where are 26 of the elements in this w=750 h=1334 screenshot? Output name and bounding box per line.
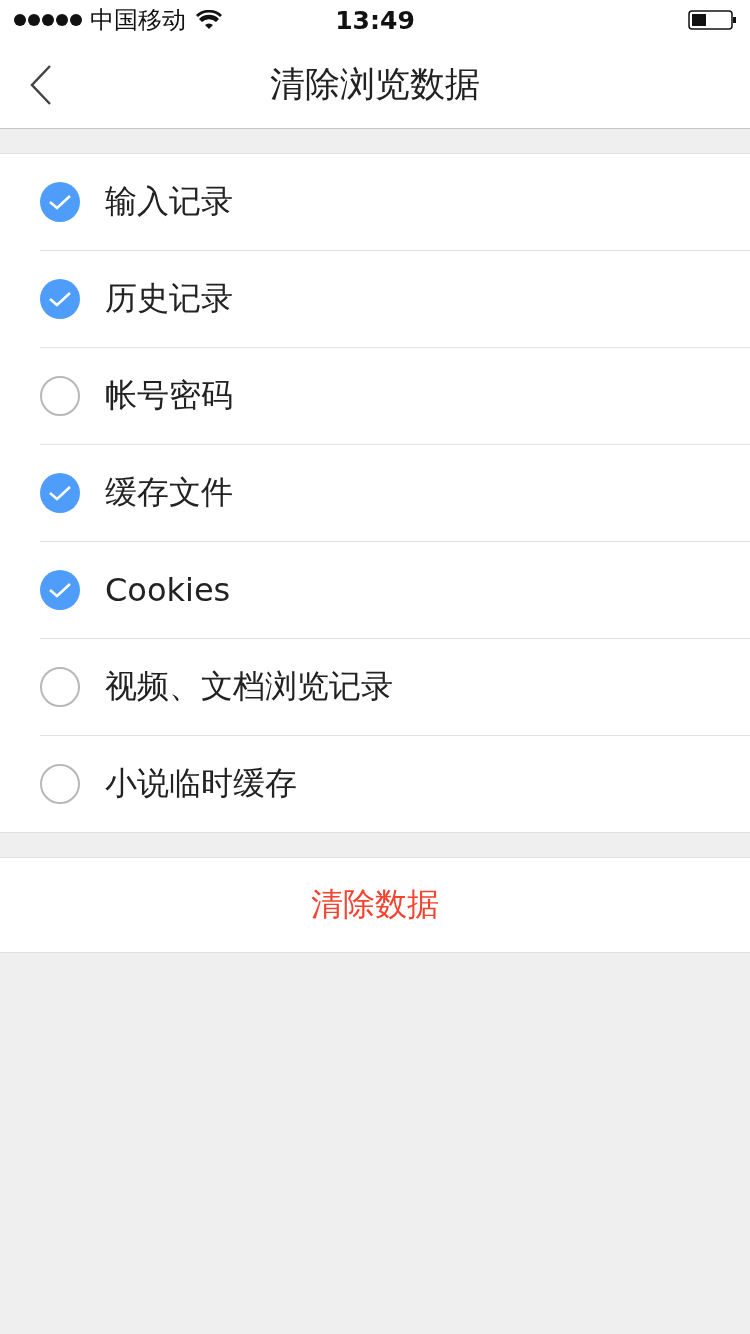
checkbox[interactable] bbox=[40, 182, 80, 222]
signal-icon bbox=[14, 13, 82, 27]
option-label: 帐号密码 bbox=[105, 375, 233, 416]
carrier-name: 中国移动 bbox=[90, 5, 186, 36]
checkmark-icon bbox=[48, 290, 72, 308]
option-label: 历史记录 bbox=[105, 278, 233, 319]
checkbox[interactable] bbox=[40, 570, 80, 610]
option-label: 输入记录 bbox=[105, 181, 233, 222]
option-label: 缓存文件 bbox=[105, 472, 233, 513]
checkbox[interactable] bbox=[40, 279, 80, 319]
battery-icon bbox=[688, 10, 736, 30]
wifi-icon bbox=[196, 10, 222, 30]
checkmark-icon bbox=[48, 193, 72, 211]
checkbox[interactable] bbox=[40, 376, 80, 416]
option-label: 小说临时缓存 bbox=[105, 763, 297, 804]
checkmark-icon bbox=[48, 581, 72, 599]
option-label: Cookies bbox=[105, 571, 231, 609]
checkbox[interactable] bbox=[40, 764, 80, 804]
chevron-left-icon bbox=[30, 65, 52, 105]
clear-data-button[interactable]: 清除数据 bbox=[0, 857, 750, 953]
checkbox[interactable] bbox=[40, 667, 80, 707]
checkmark-icon bbox=[48, 484, 72, 502]
status-time: 13:49 bbox=[334, 5, 416, 35]
option-label: 视频、文档浏览记录 bbox=[105, 666, 393, 707]
page-title: 清除浏览数据 bbox=[270, 62, 480, 106]
checkbox[interactable] bbox=[40, 473, 80, 513]
